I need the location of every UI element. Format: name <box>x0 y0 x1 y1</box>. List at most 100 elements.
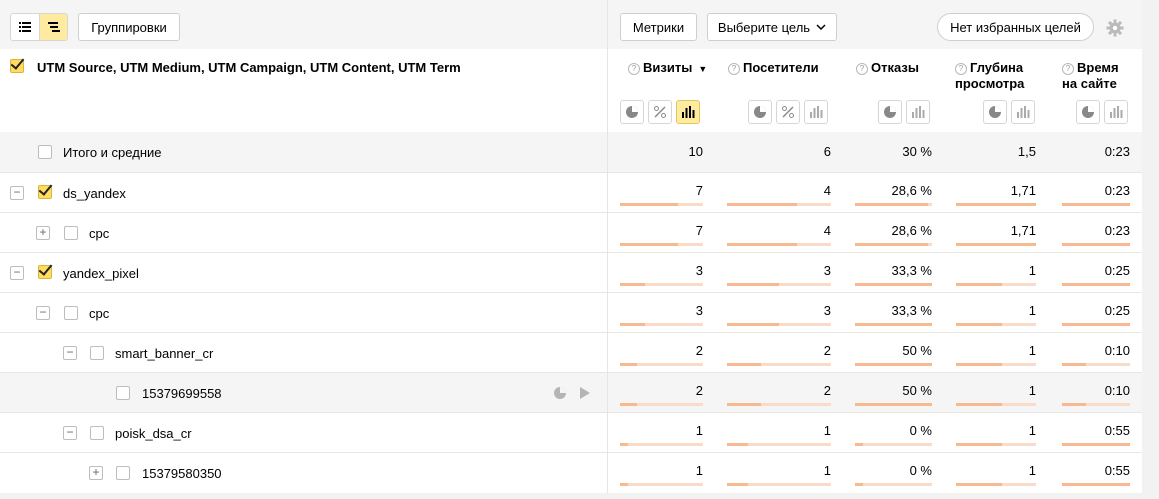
column-header-visitors[interactable]: ? Посетители <box>728 60 819 76</box>
goal-select[interactable]: Выберите цель <box>707 13 837 41</box>
depth-bar <box>956 283 1036 286</box>
time-bar <box>1062 483 1130 486</box>
table-row[interactable]: 15379699558 2 2 50 % 1 0:10 <box>0 372 1142 412</box>
cell-visitors: 4 <box>823 223 831 238</box>
visits-bar-fill <box>620 403 637 406</box>
help-icon[interactable]: ? <box>955 63 967 75</box>
bar-chart-button[interactable] <box>1011 100 1035 124</box>
cell-visitors: 1 <box>823 463 831 478</box>
expand-toggle[interactable]: + <box>36 226 50 240</box>
bounces-bar-fill <box>855 203 929 206</box>
visitors-bar <box>727 443 831 446</box>
table-row[interactable]: − poisk_dsa_cr 1 1 0 % 1 0:55 <box>0 412 1142 452</box>
bounces-bar-fill <box>855 283 932 286</box>
help-icon[interactable]: ? <box>1062 63 1074 75</box>
table-row[interactable]: − smart_banner_cr 2 2 50 % 1 0:10 <box>0 332 1142 372</box>
totals-checkbox[interactable] <box>38 145 52 159</box>
pie-chart-button[interactable] <box>748 100 772 124</box>
time-bar-fill <box>1062 283 1130 286</box>
expand-toggle[interactable]: + <box>89 466 103 480</box>
collapse-toggle[interactable]: − <box>63 426 77 440</box>
cell-bounces: 28,6 % <box>891 223 932 238</box>
bar-chart-button[interactable] <box>676 100 700 124</box>
row-label[interactable]: cpc <box>89 226 109 241</box>
bounces-bar <box>855 403 932 406</box>
bar-chart-icon <box>1017 106 1030 118</box>
time-bar <box>1062 323 1130 326</box>
column-title-visits: Визиты <box>643 60 693 75</box>
column-header-depth[interactable]: ? Глубина просмотра <box>955 60 1024 92</box>
column-header-bounces[interactable]: ? Отказы <box>856 60 919 76</box>
visits-bar-fill <box>620 323 645 326</box>
header-checkbox[interactable] <box>10 59 24 73</box>
collapse-toggle[interactable]: − <box>10 266 24 280</box>
column-header-visits[interactable]: ? Визиты ▼ <box>628 60 707 77</box>
percent-button[interactable] <box>776 100 800 124</box>
row-label[interactable]: 15379699558 <box>142 386 222 401</box>
groupings-button[interactable]: Группировки <box>78 13 180 41</box>
bar-chart-button[interactable] <box>906 100 930 124</box>
help-icon[interactable]: ? <box>856 63 868 75</box>
visits-bar-fill <box>620 243 679 246</box>
tree-icon <box>47 22 60 32</box>
bounces-bar <box>855 483 932 486</box>
pie-chart-icon[interactable] <box>553 386 567 400</box>
table-row[interactable]: + 15379580350 1 1 0 % 1 0:55 <box>0 452 1142 492</box>
row-label[interactable]: yandex_pixel <box>63 266 139 281</box>
cell-visitors: 3 <box>823 263 831 278</box>
column-header-time[interactable]: ? Время на сайте <box>1062 60 1119 92</box>
pie-chart-button[interactable] <box>1076 100 1100 124</box>
view-mode-toggle[interactable] <box>10 13 68 41</box>
cell-visitors: 1 <box>823 423 831 438</box>
row-checkbox[interactable] <box>116 466 130 480</box>
collapse-toggle[interactable]: − <box>36 306 50 320</box>
cell-bounces: 28,6 % <box>891 183 932 198</box>
cell-bounces: 50 % <box>902 383 932 398</box>
depth-bar <box>956 243 1036 246</box>
cell-visits: 7 <box>695 223 703 238</box>
time-bar-fill <box>1062 323 1130 326</box>
collapse-toggle[interactable]: − <box>63 346 77 360</box>
bar-chart-icon <box>912 106 925 118</box>
bar-chart-button[interactable] <box>1104 100 1128 124</box>
gear-icon[interactable] <box>1106 19 1124 37</box>
bar-chart-button[interactable] <box>804 100 828 124</box>
totals-label: Итого и средние <box>63 145 162 160</box>
row-label[interactable]: ds_yandex <box>63 186 126 201</box>
row-checkbox[interactable] <box>38 265 52 279</box>
play-icon[interactable] <box>579 386 591 400</box>
pie-chart-button[interactable] <box>878 100 902 124</box>
list-view-button[interactable] <box>11 14 39 40</box>
table-row[interactable]: − cpc 3 3 33,3 % 1 0:25 <box>0 292 1142 332</box>
page-background <box>0 493 1159 499</box>
help-icon[interactable]: ? <box>628 63 640 75</box>
row-checkbox[interactable] <box>90 426 104 440</box>
pie-chart-button[interactable] <box>983 100 1007 124</box>
pie-chart-button[interactable] <box>620 100 644 124</box>
bounces-bar-fill <box>855 363 932 366</box>
row-label[interactable]: smart_banner_cr <box>115 346 213 361</box>
row-checkbox[interactable] <box>38 185 52 199</box>
row-label[interactable]: poisk_dsa_cr <box>115 426 192 441</box>
collapse-toggle[interactable]: − <box>10 186 24 200</box>
cell-time: 0:10 <box>1104 343 1130 358</box>
table-row[interactable]: − yandex_pixel 3 3 33,3 % 1 0:25 <box>0 252 1142 292</box>
tree-view-button[interactable] <box>39 14 67 40</box>
percent-button[interactable] <box>648 100 672 124</box>
bounces-bar-fill <box>855 323 932 326</box>
depth-bar <box>956 443 1036 446</box>
table-row[interactable]: − ds_yandex 7 4 28,6 % 1,71 0:23 <box>0 172 1142 212</box>
row-label[interactable]: cpc <box>89 306 109 321</box>
row-checkbox[interactable] <box>64 226 78 240</box>
metrics-button[interactable]: Метрики <box>620 13 697 41</box>
bounces-chart-controls <box>878 100 930 124</box>
table-row[interactable]: + cpc 7 4 28,6 % 1,71 0:23 <box>0 212 1142 252</box>
help-icon[interactable]: ? <box>728 63 740 75</box>
favorite-goals-button[interactable]: Нет избранных целей <box>937 13 1094 41</box>
pie-chart-icon <box>1082 106 1094 118</box>
row-checkbox[interactable] <box>116 386 130 400</box>
row-checkbox[interactable] <box>64 306 78 320</box>
row-label[interactable]: 15379580350 <box>142 466 222 481</box>
bounces-bar-fill <box>855 443 863 446</box>
row-checkbox[interactable] <box>90 346 104 360</box>
